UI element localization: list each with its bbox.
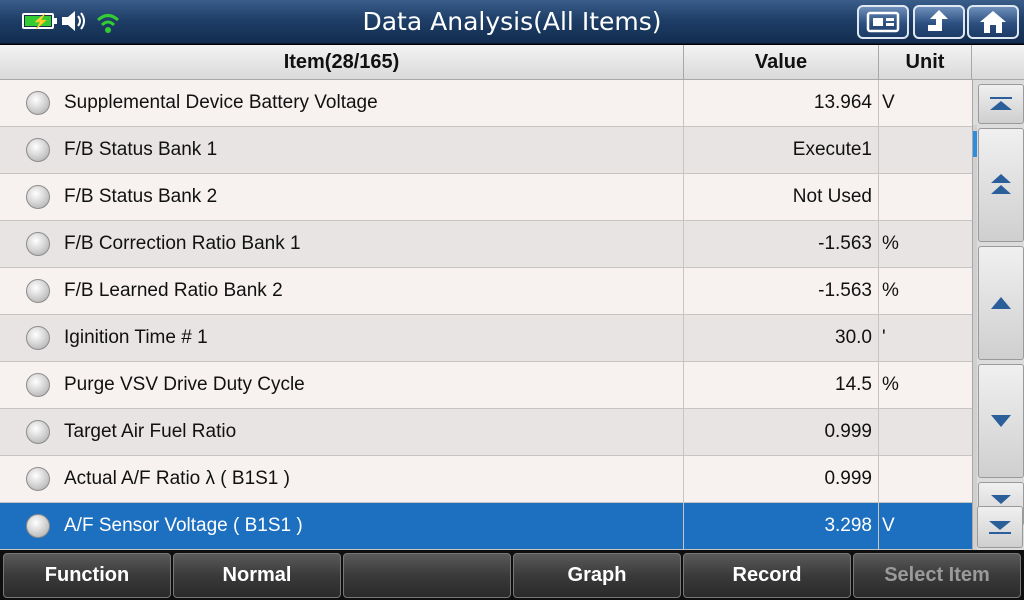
scroll-up-icon <box>991 297 1011 309</box>
bottom-toolbar: Function Normal Graph Record Select Item <box>0 550 1024 600</box>
scroll-top-button[interactable] <box>978 84 1024 124</box>
screenshot-button[interactable] <box>857 5 909 39</box>
unit-cell <box>879 174 972 220</box>
radio-icon[interactable] <box>26 467 50 491</box>
scroll-panel <box>972 80 1024 550</box>
item-cell: F/B Learned Ratio Bank 2 <box>0 268 684 314</box>
back-arrow-icon <box>928 10 948 31</box>
scrollbar-thumb[interactable] <box>973 131 977 157</box>
unit-cell <box>879 409 972 455</box>
radio-icon[interactable] <box>26 138 50 162</box>
unit-cell: V <box>882 92 895 113</box>
radio-icon[interactable] <box>26 279 50 303</box>
unit-cell: % <box>882 233 899 254</box>
item-label: F/B Status Bank 2 <box>64 186 218 207</box>
page-up-icon <box>991 174 1011 194</box>
table-row[interactable]: Actual A/F Ratio λ ( B1S1 ) 0.999 <box>0 456 972 503</box>
scroll-bottom-button[interactable] <box>977 506 1023 548</box>
item-label: Target Air Fuel Ratio <box>64 421 237 442</box>
home-icon <box>980 11 1006 33</box>
screenshot-icon <box>866 11 900 33</box>
item-cell: F/B Status Bank 1 <box>0 127 684 173</box>
record-button[interactable]: Record <box>683 553 851 598</box>
column-header-item[interactable]: Item(28/165) <box>0 45 684 80</box>
radio-icon[interactable] <box>26 232 50 256</box>
scroll-down-button[interactable] <box>978 364 1024 478</box>
table-row[interactable]: Target Air Fuel Ratio 0.999 <box>0 409 972 456</box>
table-row[interactable]: Purge VSV Drive Duty Cycle 14.5 % <box>0 362 972 409</box>
value-cell: 14.5 <box>684 362 879 408</box>
back-button[interactable] <box>913 5 965 39</box>
value-cell: Execute1 <box>684 127 879 173</box>
value-cell: 30.0 <box>684 315 879 361</box>
value-cell: -1.563 <box>684 268 879 314</box>
graph-button[interactable]: Graph <box>513 553 681 598</box>
unit-cell: % <box>882 280 899 301</box>
column-header-value[interactable]: Value <box>684 45 879 80</box>
scroll-top-icon <box>990 97 1012 110</box>
item-cell: F/B Correction Ratio Bank 1 <box>0 221 684 267</box>
item-cell: A/F Sensor Voltage ( B1S1 ) <box>0 503 684 549</box>
item-cell: Purge VSV Drive Duty Cycle <box>0 362 684 408</box>
value-cell: Not Used <box>684 174 879 220</box>
item-cell: Target Air Fuel Ratio <box>0 409 684 455</box>
table-row[interactable]: Supplemental Device Battery Voltage 13.9… <box>0 80 972 127</box>
scroll-bottom-icon <box>989 521 1011 534</box>
unit-cell <box>879 456 972 502</box>
unit-cell: V <box>882 515 895 536</box>
value-cell: 0.999 <box>684 409 879 455</box>
table-row[interactable]: F/B Status Bank 1 Execute1 <box>0 127 972 174</box>
value-cell: -1.563 <box>684 221 879 267</box>
value-cell: 3.298 <box>684 503 879 549</box>
item-label: A/F Sensor Voltage ( B1S1 ) <box>64 515 303 536</box>
item-cell: F/B Status Bank 2 <box>0 174 684 220</box>
table-rows: Supplemental Device Battery Voltage 13.9… <box>0 80 972 550</box>
scroll-down-icon <box>991 415 1011 427</box>
table-header: Item(28/165) Value Unit <box>0 45 1024 80</box>
table-row[interactable]: F/B Status Bank 2 Not Used <box>0 174 972 221</box>
item-cell: Actual A/F Ratio λ ( B1S1 ) <box>0 456 684 502</box>
radio-icon[interactable] <box>26 373 50 397</box>
page-up-button[interactable] <box>978 128 1024 242</box>
item-label: Supplemental Device Battery Voltage <box>64 92 378 113</box>
radio-icon[interactable] <box>26 326 50 350</box>
column-header-spacer <box>972 45 1024 80</box>
unit-cell: ' <box>882 327 886 348</box>
table-row[interactable]: F/B Correction Ratio Bank 1 -1.563 % <box>0 221 972 268</box>
normal-button[interactable]: Normal <box>173 553 341 598</box>
data-table: Item(28/165) Value Unit Supplemental Dev… <box>0 45 1024 550</box>
scroll-up-button[interactable] <box>978 246 1024 360</box>
select-item-button[interactable]: Select Item <box>853 553 1021 598</box>
item-cell: Supplemental Device Battery Voltage <box>0 80 684 126</box>
unit-cell <box>879 127 972 173</box>
table-row[interactable]: A/F Sensor Voltage ( B1S1 ) 3.298 V <box>0 503 972 550</box>
item-label: F/B Learned Ratio Bank 2 <box>64 280 283 301</box>
column-header-unit[interactable]: Unit <box>879 45 972 80</box>
radio-icon[interactable] <box>26 91 50 115</box>
item-label: F/B Correction Ratio Bank 1 <box>64 233 301 254</box>
radio-icon[interactable] <box>26 514 50 538</box>
function-button[interactable]: Function <box>3 553 171 598</box>
value-cell: 13.964 <box>684 80 879 126</box>
item-label: Purge VSV Drive Duty Cycle <box>64 374 305 395</box>
radio-icon[interactable] <box>26 420 50 444</box>
title-bar: ⚡ Data Analysis(All Items) <box>0 0 1024 44</box>
item-label: Iginition Time # 1 <box>64 327 208 348</box>
item-cell: Iginition Time # 1 <box>0 315 684 361</box>
table-row[interactable]: Iginition Time # 1 30.0 ' <box>0 315 972 362</box>
empty-button[interactable] <box>343 553 511 598</box>
unit-cell: % <box>882 374 899 395</box>
scrollbar-track[interactable] <box>973 125 977 550</box>
table-row[interactable]: F/B Learned Ratio Bank 2 -1.563 % <box>0 268 972 315</box>
item-label: Actual A/F Ratio λ ( B1S1 ) <box>64 468 290 489</box>
item-label: F/B Status Bank 1 <box>64 139 218 160</box>
home-button[interactable] <box>967 5 1019 39</box>
value-cell: 0.999 <box>684 456 879 502</box>
radio-icon[interactable] <box>26 185 50 209</box>
